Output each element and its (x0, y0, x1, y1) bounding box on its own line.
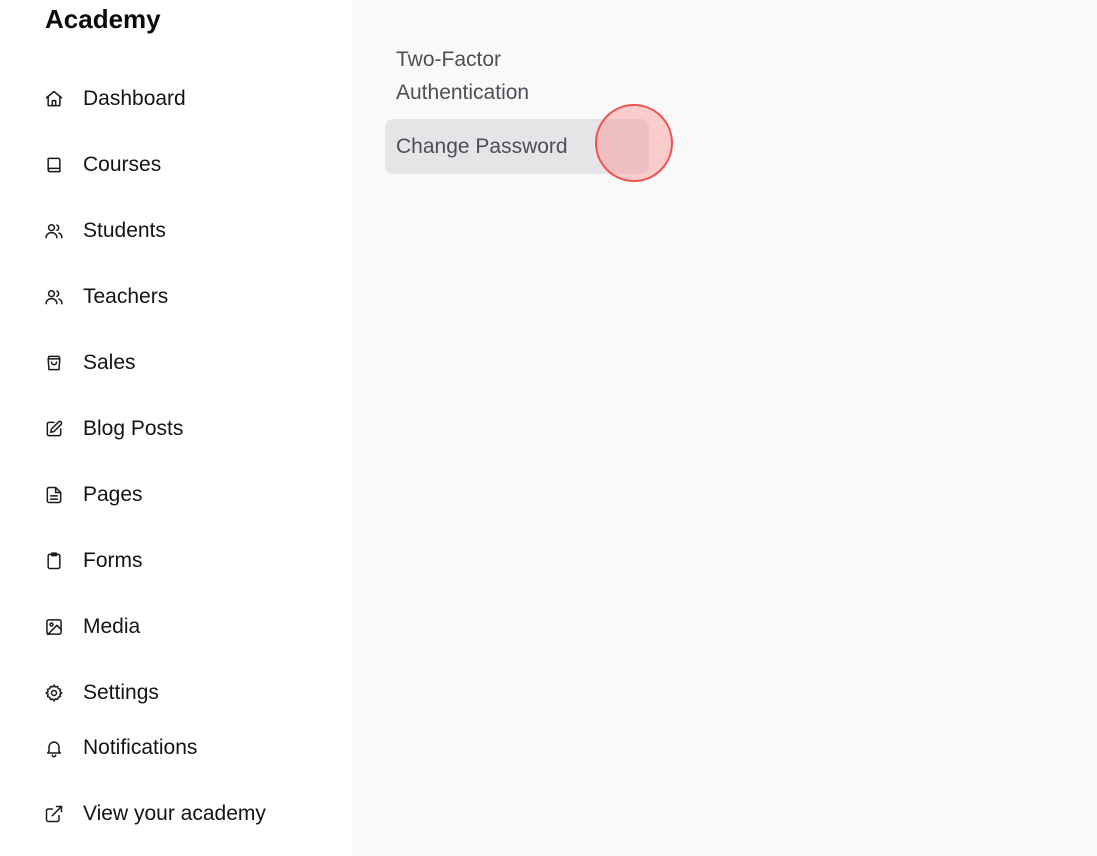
sidebar-item-label: Media (83, 615, 141, 638)
shopping-bag-icon (43, 352, 65, 374)
sidebar-item-label: Dashboard (83, 87, 186, 110)
sidebar-item-label: Pages (83, 483, 143, 506)
file-text-icon (43, 484, 65, 506)
brand-title: Academy (45, 4, 161, 34)
sidebar-item-label: Settings (83, 681, 159, 704)
users-icon (43, 286, 65, 308)
submenu-item-change-password[interactable]: Change Password (385, 119, 649, 174)
sidebar-item-notifications[interactable]: Notifications (43, 731, 197, 765)
sidebar-item-courses[interactable]: Courses (43, 148, 161, 182)
sidebar-item-media[interactable]: Media (43, 610, 140, 644)
sidebar-item-sales[interactable]: Sales (43, 346, 136, 380)
image-icon (43, 616, 65, 638)
book-icon (43, 154, 65, 176)
sidebar-item-label: Forms (83, 549, 143, 572)
sidebar-item-students[interactable]: Students (43, 214, 166, 248)
sidebar-item-view-academy[interactable]: View your academy (43, 797, 266, 831)
sidebar-item-settings[interactable]: Settings (43, 676, 159, 710)
sidebar-item-label: Sales (83, 351, 136, 374)
sidebar-item-label: Students (83, 219, 166, 242)
external-link-icon (43, 803, 65, 825)
settings-panel: Two-Factor Authentication Change Passwor… (352, 0, 1097, 856)
sidebar-item-teachers[interactable]: Teachers (43, 280, 168, 314)
sidebar-item-forms[interactable]: Forms (43, 544, 143, 578)
gear-icon (43, 682, 65, 704)
sidebar-item-label: View your academy (83, 802, 266, 825)
sidebar: Academy Dashboard Courses Students Teach… (0, 0, 352, 856)
sidebar-item-label: Notifications (83, 736, 198, 759)
submenu-item-two-factor-authentication[interactable]: Two-Factor Authentication (385, 43, 585, 109)
sidebar-item-label: Teachers (83, 285, 169, 308)
sidebar-item-label: Blog Posts (83, 417, 184, 440)
home-icon (43, 88, 65, 110)
users-icon (43, 220, 65, 242)
edit-icon (43, 418, 65, 440)
sidebar-item-dashboard[interactable]: Dashboard (43, 82, 186, 116)
sidebar-item-blog-posts[interactable]: Blog Posts (43, 412, 183, 446)
sidebar-item-pages[interactable]: Pages (43, 478, 143, 512)
app-window: Academy Dashboard Courses Students Teach… (0, 0, 1097, 856)
bell-icon (43, 737, 65, 759)
clipboard-icon (43, 550, 65, 572)
sidebar-item-label: Courses (83, 153, 162, 176)
